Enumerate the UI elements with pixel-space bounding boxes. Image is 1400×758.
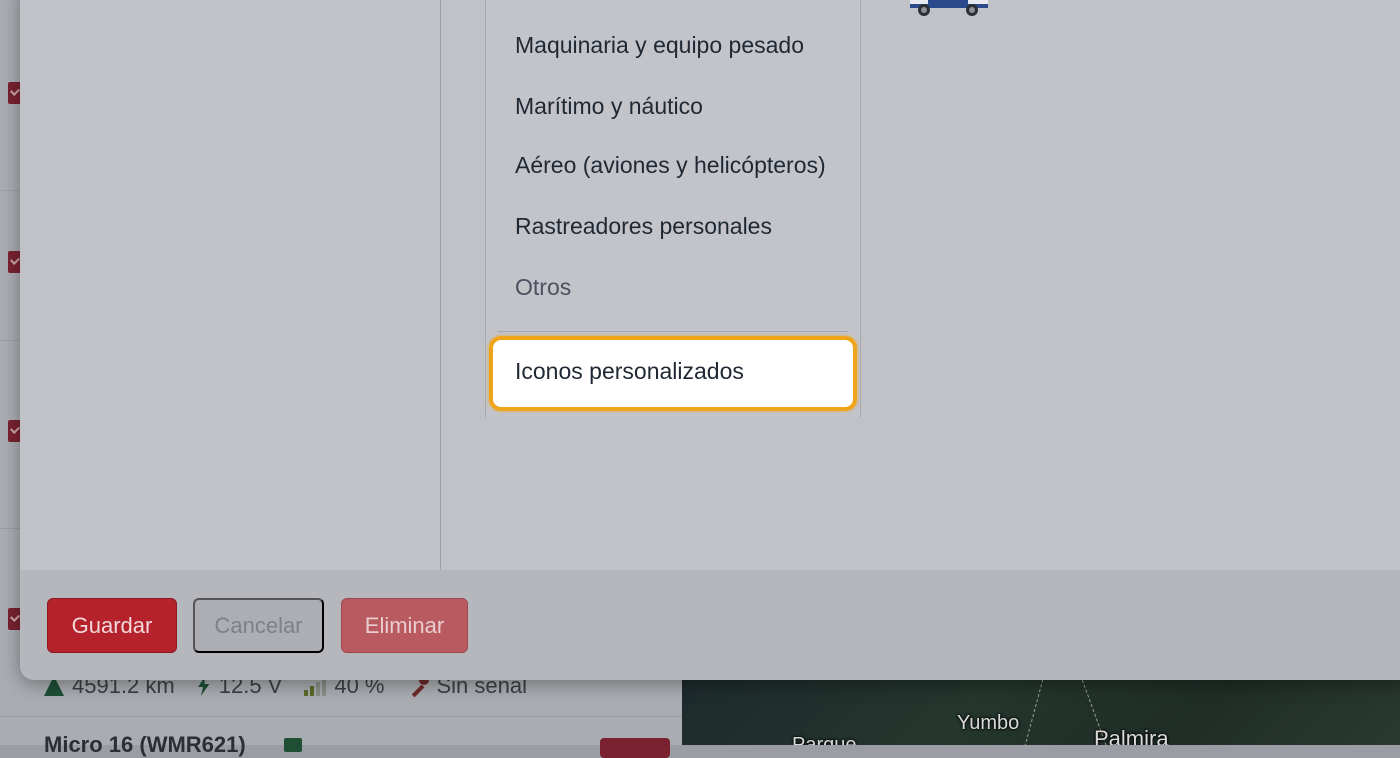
dropdown-option[interactable]: Otros [515,274,571,301]
map-label-palmira: Palmira [1094,726,1169,745]
status-badge [600,738,670,758]
vehicle-name[interactable]: Micro 16 (WMR621) [44,732,246,758]
dropdown-option[interactable]: Maquinaria y equipo pesado [515,32,804,59]
status-icon [284,738,302,752]
save-button[interactable]: Guardar [47,598,177,653]
dropdown-option-label[interactable]: Iconos personalizados [515,358,744,385]
vehicle-icon [910,0,988,16]
dropdown-separator [498,331,848,332]
map-label-parque: Parque [792,734,857,745]
map-road [1021,679,1044,745]
cancel-button[interactable]: Cancelar [193,598,324,653]
dropdown-option[interactable]: Marítimo y náutico [515,93,703,120]
map-label-yumbo: Yumbo [957,712,1020,734]
delete-button[interactable]: Eliminar [341,598,468,653]
map-view[interactable]: Yumbo Palmira Parque [682,678,1400,745]
column-divider [440,0,441,570]
dropdown-option[interactable]: Aéreo (aviones y helicópteros) [515,152,826,179]
row-divider [0,716,682,717]
dropdown-option[interactable]: Rastreadores personales [515,213,772,240]
